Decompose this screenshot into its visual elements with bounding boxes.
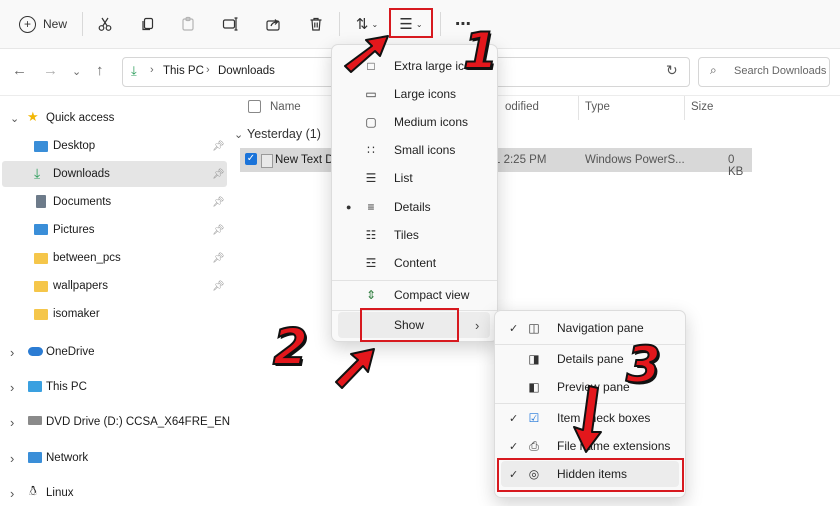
annotation-arrow-1 <box>344 35 389 73</box>
annotation-arrow-2 <box>335 348 375 389</box>
annotation-number-1: 1 <box>462 22 499 80</box>
annotation-arrow-3 <box>573 385 602 453</box>
annotation-number-2: 2 <box>272 318 309 376</box>
annotation-number-3: 3 <box>625 336 662 394</box>
annotation-arrows <box>335 35 602 453</box>
